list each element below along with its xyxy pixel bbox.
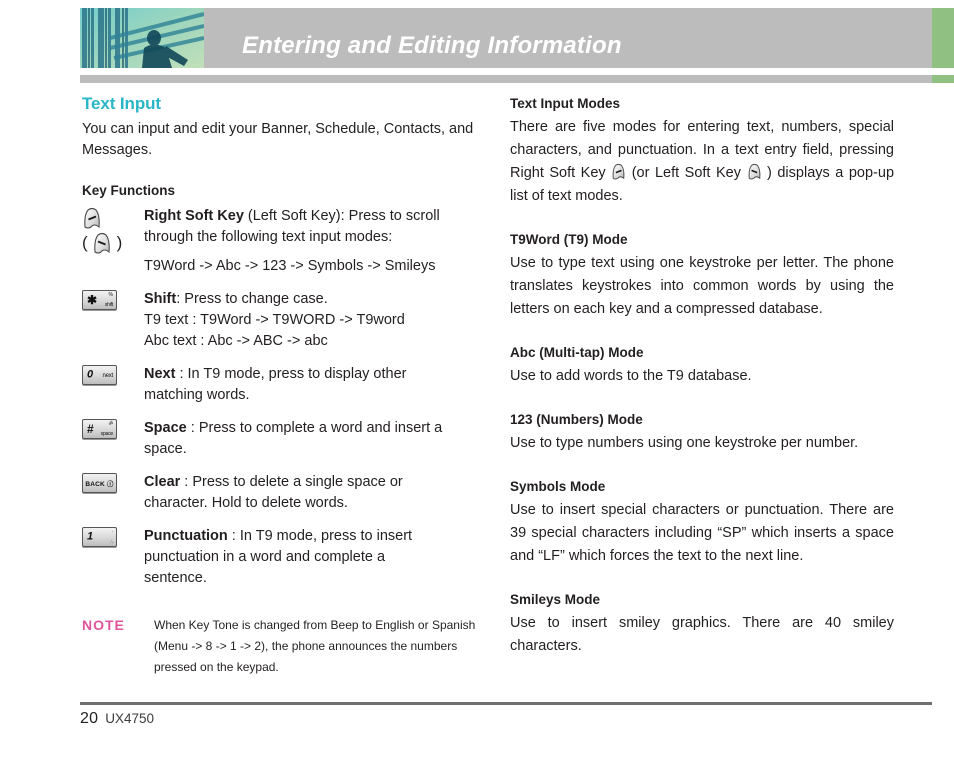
- key-desc-line-1: : Press to change case.: [176, 291, 328, 307]
- heading-abc-multitap-mode: Abc (Multi-tap) Mode: [510, 345, 644, 360]
- right-paren: ): [116, 233, 123, 252]
- key-desc-line-2: character. Hold to delete words.: [144, 495, 348, 511]
- key-glyph: 0: [87, 368, 94, 381]
- key-label: Punctuation: [144, 528, 228, 544]
- right-column: Text Input Modes There are five modes fo…: [510, 96, 894, 658]
- header-green-accent: [932, 8, 954, 68]
- heading-text-input-modes: Text Input Modes: [510, 96, 620, 111]
- key-glyph-top: %: [108, 292, 113, 298]
- key-label: Clear: [144, 474, 181, 490]
- model-name: UX4750: [105, 711, 154, 726]
- key-icon-cell: ( ): [82, 206, 144, 254]
- key-glyph-top: ·: [111, 529, 113, 535]
- key-label: Shift: [144, 291, 177, 307]
- note-body: When Key Tone is changed from Beep to En…: [154, 618, 476, 674]
- key-label: Space: [144, 420, 187, 436]
- left-column: Text Input You can input and edit your B…: [82, 94, 478, 678]
- key-row: # ॐ space Space : Press to complete a wo…: [82, 418, 478, 460]
- key-desc-line-1: : Press to complete a word and insert a: [186, 420, 443, 436]
- key-glyph: 1: [87, 530, 94, 543]
- key-icon-cell: ✱ % shift: [82, 289, 144, 310]
- pound-space-key-icon: # ॐ space: [82, 419, 117, 439]
- key-label: Next: [144, 366, 176, 382]
- heading-t9word-mode: T9Word (T9) Mode: [510, 232, 628, 247]
- key-desc-line-1: : In T9 mode, press to display other: [175, 366, 407, 382]
- body-smileys-mode: Use to insert smiley graphics. There are…: [510, 615, 894, 654]
- zero-next-key-icon: 0 next: [82, 365, 117, 385]
- key-description: Clear : Press to delete a single space o…: [144, 472, 478, 514]
- key-row: 1 · ∴ Punctuation : In T9 mode, press to…: [82, 526, 478, 589]
- star-shift-key-icon: ✱ % shift: [82, 290, 117, 310]
- key-glyph: #: [87, 422, 94, 436]
- heading-symbols-mode: Symbols Mode: [510, 479, 606, 494]
- page-header: Entering and Editing Information: [0, 0, 954, 90]
- page-title: Entering and Editing Information: [242, 32, 622, 59]
- key-glyph: BACK ⓘ: [85, 481, 114, 488]
- key-row: 0 next Next : In T9 mode, press to displ…: [82, 364, 478, 406]
- key-row: ✱ % shift Shift: Press to change case. T…: [82, 289, 478, 352]
- left-soft-key-inline-icon: [747, 163, 762, 181]
- right-soft-key-inline-icon: [611, 163, 626, 181]
- right-soft-key-icon: [82, 207, 144, 229]
- key-desc-line-2: punctuation in a word and complete a: [144, 549, 386, 565]
- heading-123-numbers-mode: 123 (Numbers) Mode: [510, 412, 643, 427]
- left-soft-key-icon-group: ( ): [82, 232, 144, 254]
- footer-divider: [80, 702, 932, 705]
- footer: 20 UX4750: [80, 710, 154, 728]
- key-desc-line-2: matching words.: [144, 387, 250, 403]
- body-123-numbers-mode: Use to type numbers using one keystroke …: [510, 435, 859, 451]
- note-block: NOTE When Key Tone is changed from Beep …: [82, 615, 478, 678]
- key-desc-line-1: (Left Soft Key): Press to scroll: [243, 208, 440, 224]
- body-t9word-mode: Use to type text using one keystroke per…: [510, 255, 894, 317]
- key-desc-line-3: sentence.: [144, 570, 207, 586]
- key-icon-cell: 1 · ∴: [82, 526, 144, 547]
- key-description: Next : In T9 mode, press to display othe…: [144, 364, 478, 406]
- key-glyph: ✱: [87, 293, 98, 307]
- key-description: Space : Press to complete a word and ins…: [144, 418, 478, 460]
- key-glyph-bottom: next: [102, 373, 113, 379]
- left-paren: (: [82, 233, 88, 252]
- one-punctuation-key-icon: 1 · ∴: [82, 527, 117, 547]
- key-row: BACK ⓘ Clear : Press to delete a single …: [82, 472, 478, 514]
- section-intro: You can input and edit your Banner, Sche…: [82, 121, 474, 158]
- key-description: Right Soft Key (Left Soft Key): Press to…: [144, 206, 478, 277]
- key-functions-list: ( ) Right Soft Key (Left Soft Key): Pres…: [82, 206, 478, 589]
- key-icon-cell: 0 next: [82, 364, 144, 385]
- header-sub-bar-accent: [932, 75, 954, 83]
- section-title-text-input: Text Input: [82, 94, 161, 113]
- page-number: 20: [80, 710, 99, 727]
- note-label: NOTE: [82, 617, 125, 633]
- key-icon-cell: # ॐ space: [82, 418, 144, 439]
- heading-smileys-mode: Smileys Mode: [510, 592, 601, 607]
- key-glyph-bottom: space: [100, 431, 114, 437]
- body-part-2: (or Left Soft Key: [626, 165, 747, 181]
- key-desc-line-2: space.: [144, 441, 187, 457]
- key-icon-cell: BACK ⓘ: [82, 472, 144, 493]
- key-row: ( ) Right Soft Key (Left Soft Key): Pres…: [82, 206, 478, 277]
- key-description: Shift: Press to change case. T9 text : T…: [144, 289, 478, 352]
- key-desc-line-1: : Press to delete a single space or: [180, 474, 403, 490]
- key-description: Punctuation : In T9 mode, press to inser…: [144, 526, 478, 589]
- key-label: Right Soft Key: [144, 208, 244, 224]
- key-desc-line-3: T9Word -> Abc -> 123 -> Symbols -> Smile…: [144, 258, 436, 274]
- key-glyph-bottom: ∴: [110, 539, 113, 545]
- key-glyph-top: ॐ: [108, 421, 113, 427]
- body-abc-multitap-mode: Use to add words to the T9 database.: [510, 368, 752, 384]
- header-photo: [80, 8, 204, 68]
- header-sub-bar: [80, 75, 932, 83]
- subsection-key-functions: Key Functions: [82, 183, 176, 198]
- key-desc-line-2: T9 text : T9Word -> T9WORD -> T9word: [144, 312, 405, 328]
- back-clear-key-icon: BACK ⓘ: [82, 473, 117, 493]
- key-desc-line-3: Abc text : Abc -> ABC -> abc: [144, 333, 328, 349]
- key-desc-line-1: : In T9 mode, press to insert: [227, 528, 413, 544]
- body-text-input-modes: There are five modes for entering text, …: [510, 116, 894, 208]
- key-glyph-bottom: shift: [104, 302, 113, 308]
- key-desc-line-2: through the following text input modes:: [144, 229, 393, 245]
- body-symbols-mode: Use to insert special characters or punc…: [510, 502, 894, 564]
